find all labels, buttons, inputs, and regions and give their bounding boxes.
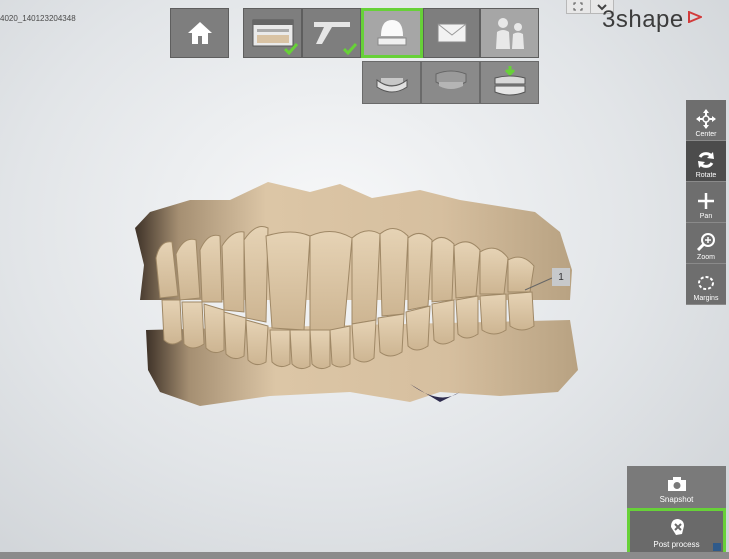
pan-tool-label: Pan [699, 213, 713, 220]
contacts-button[interactable] [480, 8, 539, 58]
order-form-button[interactable] [243, 8, 302, 58]
upper-jaw-icon [435, 70, 466, 89]
logo-triangle-icon [687, 11, 702, 23]
rotate-tool-label: Rotate [695, 172, 717, 179]
upper-jaw-scan-button[interactable] [421, 61, 480, 104]
check-icon [284, 43, 298, 55]
margins-tool-label: Margins [693, 295, 719, 302]
scan-button[interactable] [361, 8, 423, 58]
camera-icon [667, 477, 686, 491]
rotate-tool[interactable]: Rotate [686, 141, 726, 182]
post-process-label: Post process [653, 540, 700, 549]
pan-tool[interactable]: Pan [686, 182, 726, 223]
fullscreen-button[interactable] [567, 0, 590, 13]
brand-logo: 3shape [602, 6, 702, 34]
case-id: 4020_140123204348 [0, 14, 76, 23]
home-icon [187, 22, 212, 44]
center-move-icon [696, 109, 716, 129]
center-tool[interactable]: Center [686, 100, 726, 141]
bottom-status-strip [0, 552, 729, 559]
scanner-button[interactable] [302, 8, 361, 58]
envelope-icon [437, 23, 466, 43]
send-button[interactable] [423, 8, 480, 58]
post-process-icon [670, 519, 684, 535]
people-icon [495, 18, 524, 49]
impression-dome-icon [377, 20, 407, 46]
zoom-tool-label: Zoom [697, 254, 715, 261]
corner-indicator-icon [713, 543, 721, 551]
snapshot-button[interactable]: Snapshot [627, 466, 726, 508]
zoom-tool[interactable]: Zoom [686, 223, 726, 264]
post-process-button[interactable]: Post process [627, 508, 726, 556]
tooth-number-label[interactable]: 1 [552, 268, 570, 286]
dental-model-3d[interactable] [120, 170, 590, 410]
logo-text: 3shape [602, 6, 684, 33]
bite-icon [494, 65, 525, 95]
pan-icon [698, 193, 714, 209]
margins-tool[interactable]: Margins [686, 264, 726, 305]
lower-jaw-icon [376, 77, 407, 92]
view-tools-panel: Center Rotate Pan Zoom Margins [686, 100, 726, 305]
home-button[interactable] [170, 8, 229, 58]
rotate-icon [698, 152, 714, 168]
check-icon [343, 43, 357, 55]
center-tool-label: Center [695, 131, 717, 138]
snapshot-label: Snapshot [659, 495, 694, 504]
bite-scan-button[interactable] [480, 61, 539, 104]
lower-jaw-scan-button[interactable] [362, 61, 421, 104]
expand-icon [573, 2, 583, 11]
margins-icon [698, 276, 714, 290]
zoom-icon [696, 233, 715, 252]
